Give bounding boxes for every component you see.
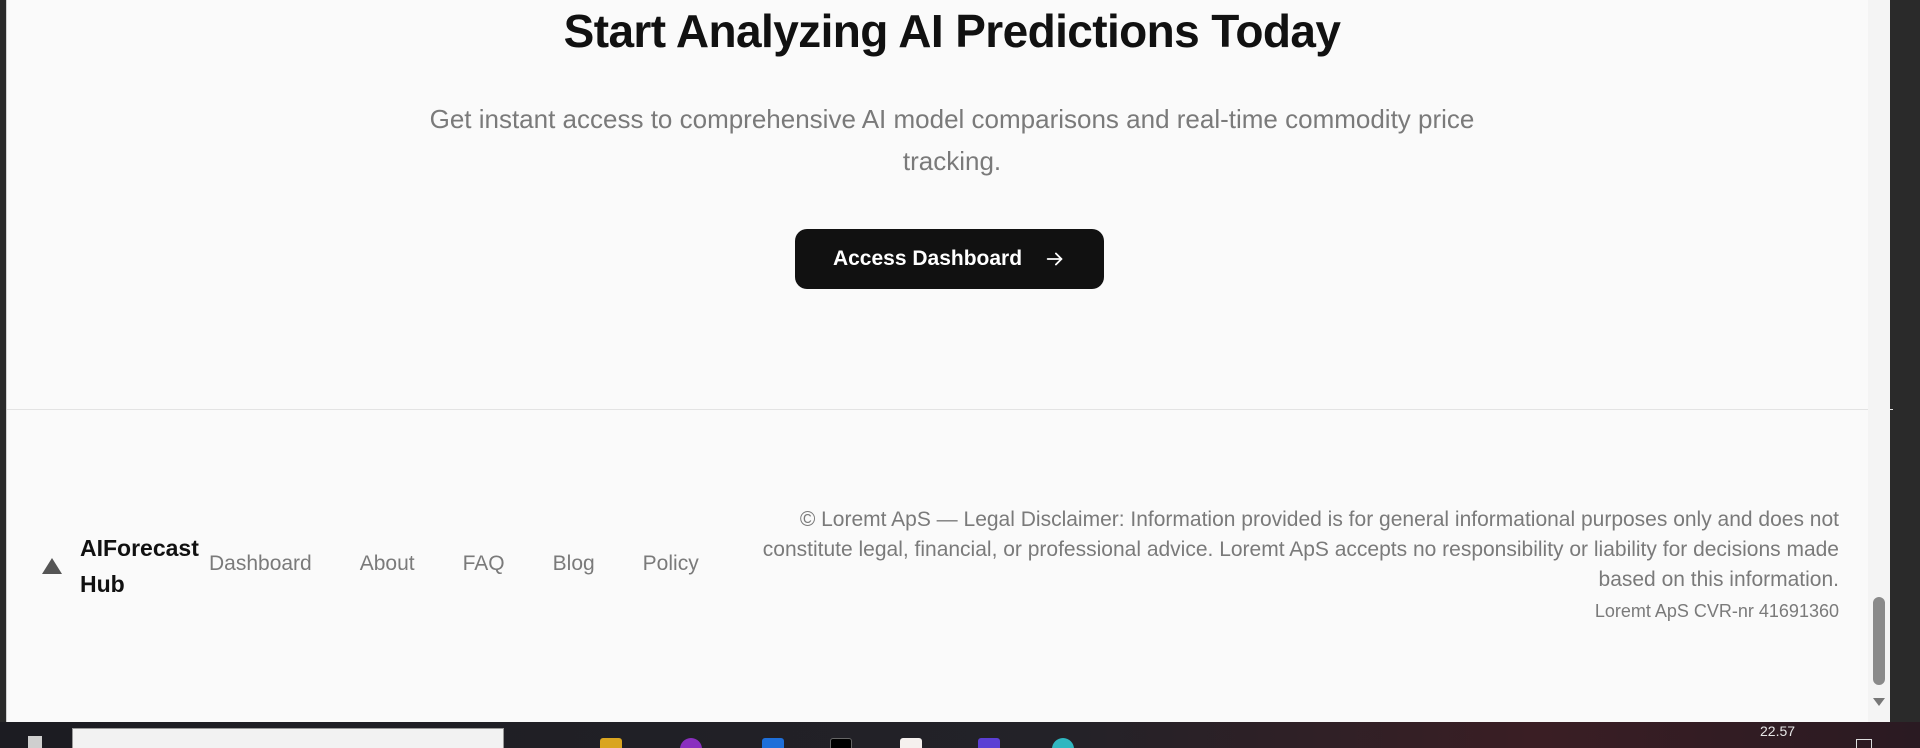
access-dashboard-button[interactable]: Access Dashboard <box>795 229 1104 289</box>
vertical-scrollbar[interactable] <box>1868 0 1890 722</box>
company-registration: Loremt ApS CVR-nr 41691360 <box>1594 601 1839 621</box>
app-icon-blue[interactable] <box>762 738 784 748</box>
app-icon-violet[interactable] <box>978 738 1000 748</box>
footer-link-dashboard[interactable]: Dashboard <box>209 552 312 576</box>
section-divider <box>7 409 1893 410</box>
app-icon-purple[interactable] <box>680 738 702 748</box>
taskbar-search-box[interactable] <box>72 728 504 748</box>
scrollbar-thumb[interactable] <box>1873 597 1885 685</box>
taskbar-clock[interactable]: 22.57 <box>1760 723 1795 739</box>
brand-name: AIForecast Hub <box>80 535 199 597</box>
file-explorer-icon[interactable] <box>600 738 622 748</box>
app-icon-white[interactable] <box>900 738 922 748</box>
footer-link-about[interactable]: About <box>360 552 415 576</box>
browser-app-icon[interactable] <box>1052 738 1074 748</box>
scroll-down-arrow-icon[interactable] <box>1873 698 1885 706</box>
arrow-right-icon <box>1046 252 1063 266</box>
page-content: Start Analyzing AI Predictions Today Get… <box>7 0 1897 722</box>
footer-link-blog[interactable]: Blog <box>553 552 595 576</box>
cta-title: Start Analyzing AI Predictions Today <box>563 5 1341 57</box>
footer-link-faq[interactable]: FAQ <box>463 552 505 576</box>
footer-brand[interactable]: AIForecast Hub <box>42 530 220 602</box>
triangle-logo-icon <box>42 558 62 574</box>
cta-subtitle: Get instant access to comprehensive AI m… <box>429 104 1475 176</box>
notification-center-icon[interactable] <box>1856 739 1872 748</box>
start-menu-icon[interactable] <box>28 736 42 748</box>
os-taskbar: 22.57 <box>0 722 1920 748</box>
footer-link-policy[interactable]: Policy <box>643 552 699 576</box>
app-icon-black[interactable] <box>830 738 852 748</box>
access-dashboard-label: Access Dashboard <box>832 247 1023 270</box>
browser-window: Start Analyzing AI Predictions Today Get… <box>6 0 1893 722</box>
footer-nav: Dashboard About FAQ Blog Policy <box>209 552 747 576</box>
legal-disclaimer: © Loremt ApS — Legal Disclaimer: Informa… <box>762 508 1839 591</box>
